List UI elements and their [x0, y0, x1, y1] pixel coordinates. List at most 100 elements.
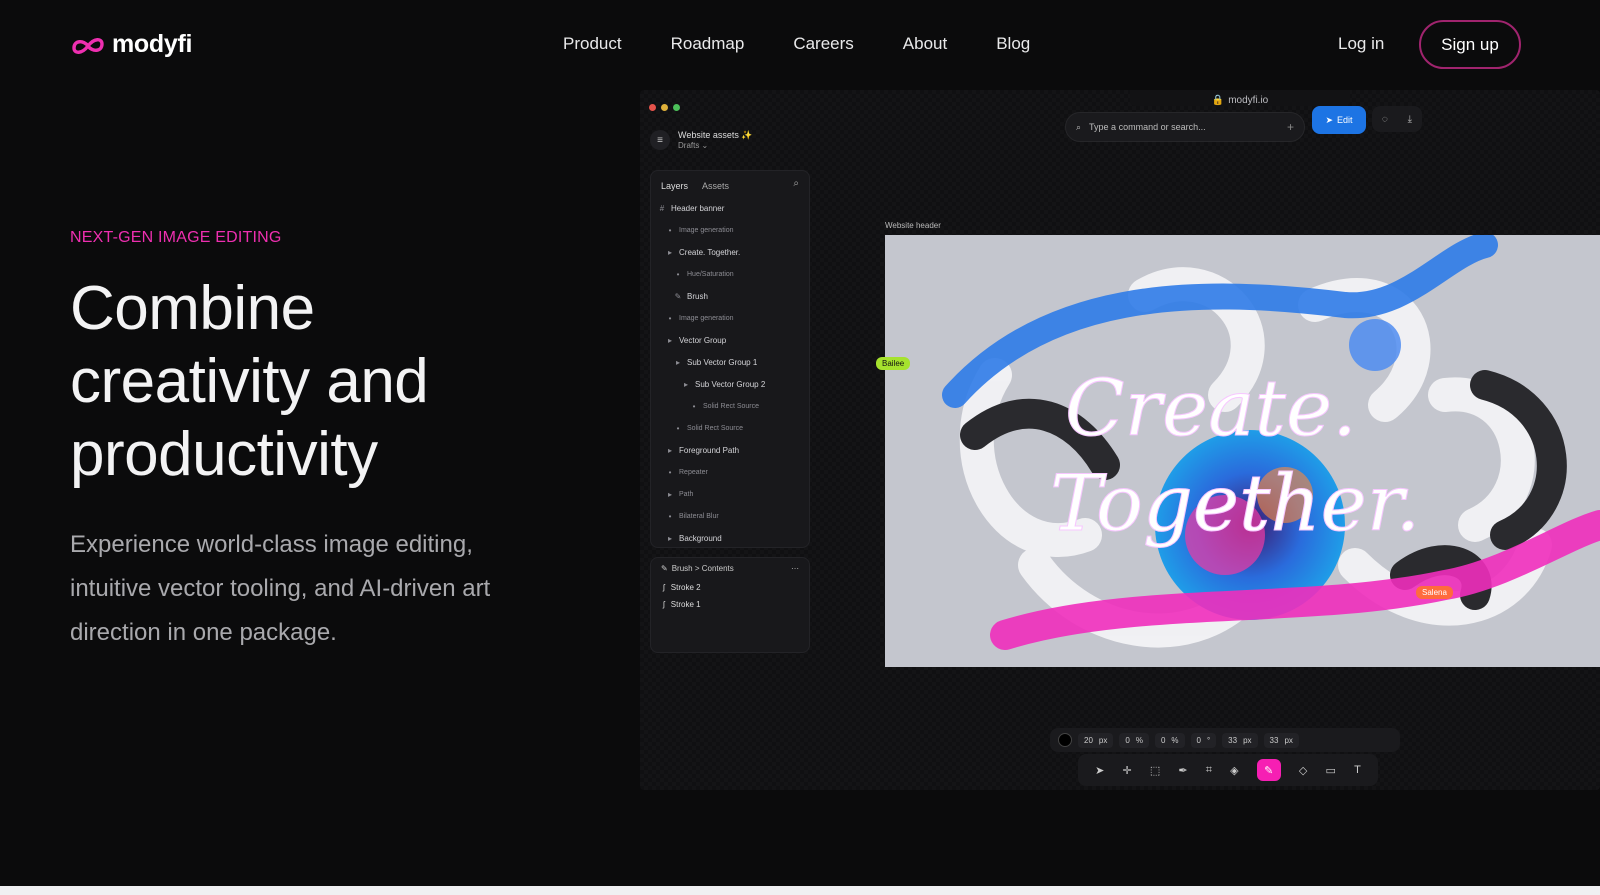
flow-unit: %	[1171, 735, 1179, 745]
layer-row[interactable]: ✎ Brush	[657, 285, 803, 307]
tab-layers[interactable]: Layers	[661, 181, 688, 191]
window-controls	[649, 104, 680, 111]
brand-logo[interactable]: modyfi	[70, 30, 192, 59]
layer-row[interactable]: • Hue/Saturation	[657, 263, 803, 285]
layer-row[interactable]: ▸ Sub Vector Group 1	[657, 351, 803, 373]
layer-row[interactable]: • Repeater	[657, 461, 803, 483]
project-header: ≡ Website assets ✨ Drafts ⌄	[650, 130, 753, 150]
plus-icon[interactable]: +	[1287, 120, 1294, 134]
brush-tool-icon[interactable]: ✎	[1256, 759, 1281, 781]
adjustment-dot-icon: •	[668, 225, 672, 235]
layer-label: Background	[679, 533, 722, 543]
command-search-bar[interactable]: ⌕ Type a command or search... +	[1065, 112, 1305, 142]
panel-tabs: Layers Assets	[651, 171, 809, 197]
layer-row[interactable]: • Solid Rect Source	[657, 417, 803, 439]
nav-link-blog[interactable]: Blog	[996, 34, 1030, 54]
minimize-dot-icon	[661, 104, 668, 111]
spacing-field[interactable]: 33 px	[1222, 732, 1258, 748]
width-field[interactable]: 33 px	[1263, 732, 1299, 748]
layer-row[interactable]: # Header banner	[657, 197, 803, 219]
project-title: Website assets ✨	[678, 130, 753, 140]
layer-row[interactable]: • Bilateral Blur	[657, 505, 803, 527]
artwork-text-line-1: Create.	[1065, 364, 1357, 454]
layer-row[interactable]: ▸ Create. Together.	[657, 241, 803, 263]
crop-tool-icon[interactable]: ⌗	[1206, 764, 1212, 777]
flow-field[interactable]: 0%	[1154, 732, 1185, 748]
hero-headline: Combine creativity and productivity	[70, 272, 550, 491]
opacity-value: 0	[1125, 735, 1130, 745]
layer-label: Bilateral Blur	[679, 512, 719, 520]
url-bar: 🔒 modyfi.io	[1130, 90, 1350, 106]
nav-link-about[interactable]: About	[903, 34, 947, 54]
stroke-label: Stroke 2	[670, 583, 701, 592]
layer-row[interactable]: • Solid Rect Source	[657, 395, 803, 417]
artwork-canvas[interactable]: Create. Together.	[885, 235, 1600, 667]
download-icon[interactable]: ⤓	[1408, 114, 1412, 125]
spacing-value: 33	[1228, 735, 1238, 745]
layer-label: Vector Group	[679, 335, 727, 345]
layer-label: Image generation	[679, 226, 734, 234]
size-field[interactable]: 20 px	[1078, 732, 1114, 748]
stroke-icon: ʃ	[663, 600, 665, 609]
eraser-tool-icon[interactable]: ◇	[1299, 764, 1307, 777]
top-nav: modyfi Product Roadmap Careers About Blo…	[0, 0, 1600, 90]
layer-row[interactable]: ▸ Path	[657, 483, 803, 505]
layer-group-icon: ▸	[667, 335, 672, 345]
pen-tool-icon[interactable]: ✒	[1178, 764, 1187, 777]
maximize-dot-icon	[673, 104, 680, 111]
shape-tool-icon[interactable]: ▭	[1326, 764, 1336, 777]
more-icon[interactable]: ⋯	[791, 564, 799, 573]
tab-assets[interactable]: Assets	[702, 181, 729, 191]
edit-button[interactable]: ➤ Edit	[1312, 106, 1366, 134]
layer-row[interactable]: ▸ Vector Group	[657, 329, 803, 351]
hero-description: Experience world-class image editing, in…	[70, 531, 491, 646]
search-icon: ⌕	[1076, 121, 1082, 132]
layer-row[interactable]: ▸ Sub Vector Group 2	[657, 373, 803, 395]
text-tool-icon[interactable]: T	[1354, 764, 1361, 776]
layer-label: Foreground Path	[679, 445, 740, 455]
select-tool-icon[interactable]: ➤	[1095, 764, 1104, 777]
layer-row[interactable]: ▸ Background	[657, 527, 803, 549]
move-tool-icon[interactable]: ✛	[1122, 764, 1131, 777]
adjustment-dot-icon: •	[676, 269, 680, 279]
nav-link-product[interactable]: Product	[563, 34, 622, 54]
width-unit: px	[1284, 735, 1293, 745]
layer-label: Sub Vector Group 2	[695, 379, 766, 389]
signup-button[interactable]: Sign up	[1419, 20, 1521, 69]
primary-nav: Product Roadmap Careers About Blog	[563, 34, 1030, 54]
headline-line-1: Combine	[70, 274, 315, 343]
cursor-icon: ➤	[1325, 114, 1334, 125]
stroke-item[interactable]: ʃ Stroke 1	[651, 596, 809, 613]
adjustment-dot-icon: •	[668, 467, 672, 477]
hero-eyebrow: NEXT-GEN IMAGE EDITING	[70, 229, 282, 246]
nav-link-roadmap[interactable]: Roadmap	[671, 34, 745, 54]
angle-unit: °	[1206, 735, 1211, 745]
layer-group-icon: ▸	[667, 445, 672, 455]
layer-row[interactable]: • Image generation	[657, 307, 803, 329]
angle-field[interactable]: 0 °	[1190, 732, 1217, 748]
layer-label: Image generation	[679, 314, 734, 322]
collaborator-cursor-bailee: Bailee	[876, 357, 911, 370]
color-swatch[interactable]	[1058, 733, 1072, 747]
hamburger-menu-icon[interactable]: ≡	[650, 130, 670, 150]
angle-value: 0	[1196, 735, 1201, 745]
login-link[interactable]: Log in	[1338, 34, 1384, 54]
tool-palette: ➤ ✛ ⬚ ✒ ⌗ ◈ ✎ ◇ ▭ T	[1078, 754, 1378, 786]
layer-row[interactable]: ▸ Foreground Path	[657, 439, 803, 461]
artwork-illustration: Create. Together.	[885, 235, 1600, 667]
search-icon[interactable]: ⌕	[793, 178, 799, 189]
layer-list: # Header banner • Image generation ▸ Create. …	[651, 197, 809, 549]
tag-tool-icon[interactable]: ◈	[1230, 764, 1238, 777]
layer-label: Brush	[687, 291, 708, 301]
comment-icon[interactable]: ◌	[1382, 114, 1388, 125]
layer-label: Repeater	[679, 468, 708, 476]
layer-row[interactable]: • Image generation	[657, 219, 803, 241]
headline-line-2: creativity and	[70, 347, 429, 416]
adjustment-dot-icon: •	[668, 313, 672, 323]
project-subtitle: Drafts ⌄	[678, 141, 709, 150]
opacity-field[interactable]: 0%	[1119, 732, 1149, 748]
nav-link-careers[interactable]: Careers	[793, 34, 853, 54]
marquee-tool-icon[interactable]: ⬚	[1150, 764, 1160, 777]
artwork-text-line-2: Together.	[1050, 459, 1420, 549]
stroke-item[interactable]: ʃ Stroke 2	[651, 579, 809, 596]
